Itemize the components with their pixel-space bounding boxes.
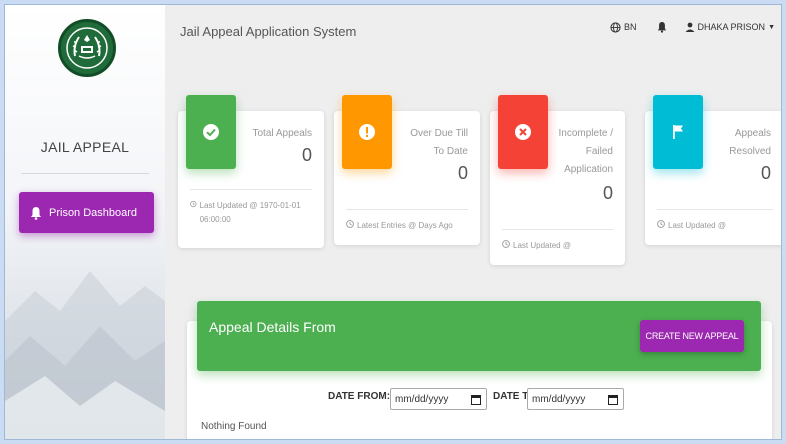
sidebar-divider (21, 173, 149, 174)
card-value: 0 (301, 145, 312, 165)
user-icon (685, 22, 695, 32)
clock-icon (657, 220, 665, 228)
date-to-placeholder: mm/dd/yyyy (532, 393, 586, 405)
card-divider (190, 189, 312, 190)
prison-logo (58, 19, 116, 77)
calendar-icon[interactable] (471, 394, 481, 405)
card-value: 0 (602, 183, 613, 203)
stat-card-incomplete: Incomplete / Failed Application 0 Last U… (490, 95, 625, 265)
clock-icon (190, 200, 197, 208)
card-footer: Last Updated @ (657, 219, 767, 233)
card-footer-text: Latest Entries @ Days Ago (357, 221, 453, 230)
card-footer-text: Last Updated @ (668, 221, 726, 230)
card-footer-text: Last Updated @ (513, 241, 571, 250)
card-divider (502, 229, 613, 230)
bell-icon (23, 206, 49, 220)
card-value: 0 (457, 163, 468, 183)
card-footer: Last Updated @ (502, 239, 612, 253)
top-nav: BN DHAKA PRISON ▼ (594, 21, 781, 33)
emblem-icon (66, 27, 108, 69)
stat-card-total-appeals: Total Appeals 0 Last Updated @ 1970-01-0… (178, 95, 324, 248)
sidebar-item-label: Prison Dashboard (49, 206, 138, 219)
sidebar: JAIL APPEAL Prison Dashboard (5, 5, 165, 439)
card-divider (657, 209, 773, 210)
caret-down-icon: ▼ (768, 23, 775, 31)
bell-icon (657, 22, 666, 33)
card-label: Appeals Resolved (729, 128, 771, 157)
app-title: Jail Appeal Application System (180, 24, 357, 39)
card-footer: Last Updated @ 1970-01-01 06:00:00 (190, 199, 310, 227)
notification-button[interactable] (657, 21, 667, 33)
app-window: JAIL APPEAL Prison Dashboard Jail Appeal… (4, 4, 782, 440)
card-footer: Latest Entries @ Days Ago (346, 219, 470, 233)
sidebar-brand: JAIL APPEAL (40, 139, 130, 155)
appeal-details-header: Appeal Details From CREATE NEW APPEAL (197, 301, 761, 371)
x-circle-icon (498, 95, 548, 169)
card-label: Over Due Till To Date (410, 128, 468, 157)
exclamation-circle-icon (342, 95, 392, 169)
card-label: Incomplete / Failed Application (558, 128, 613, 175)
create-new-appeal-button[interactable]: CREATE NEW APPEAL (640, 320, 744, 352)
date-from-label: DATE FROM: (328, 391, 391, 402)
flag-icon (653, 95, 703, 169)
user-name: DHAKA PRISON (697, 22, 766, 32)
panel-title: Appeal Details From (209, 319, 336, 335)
clock-icon (346, 220, 354, 228)
check-circle-icon (186, 95, 236, 169)
globe-icon (610, 21, 621, 33)
calendar-icon[interactable] (608, 394, 618, 405)
empty-state-text: Nothing Found (201, 421, 267, 432)
card-label: Total Appeals (252, 128, 313, 139)
card-divider (346, 209, 468, 210)
clock-icon (502, 240, 510, 248)
stat-card-overdue: Over Due Till To Date 0 Latest Entries @… (334, 95, 480, 245)
date-from-input[interactable]: mm/dd/yyyy (390, 388, 487, 410)
language-label: BN (624, 22, 637, 32)
sidebar-mountain-background (5, 271, 165, 439)
date-from-placeholder: mm/dd/yyyy (395, 393, 449, 405)
sidebar-item-prison-dashboard[interactable]: Prison Dashboard (19, 192, 154, 233)
language-switch[interactable]: BN (610, 21, 637, 33)
user-menu[interactable]: DHAKA PRISON ▼ (685, 22, 775, 32)
card-value: 0 (760, 163, 771, 183)
date-to-input[interactable]: mm/dd/yyyy (527, 388, 624, 410)
card-footer-text: Last Updated @ 1970-01-01 06:00:00 (199, 201, 301, 224)
stat-card-resolved: Appeals Resolved 0 Last Updated @ (645, 95, 781, 245)
